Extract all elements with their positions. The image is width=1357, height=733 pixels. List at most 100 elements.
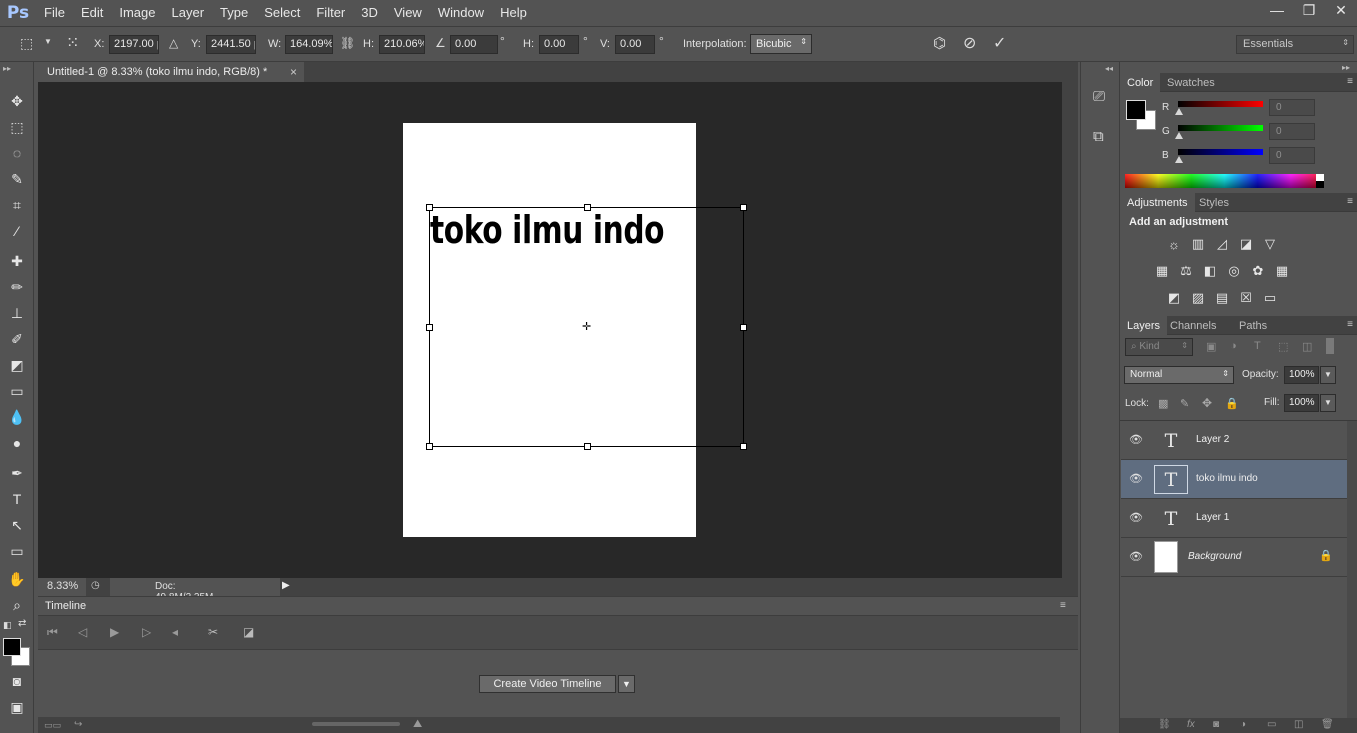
threshold-icon[interactable]: ▤ <box>1213 289 1231 307</box>
lock-transparent-icon[interactable]: ▩ <box>1158 397 1168 410</box>
posterize-icon[interactable]: ▨ <box>1189 289 1207 307</box>
play-icon[interactable]: ▶ <box>110 625 119 639</box>
link-icon[interactable]: ⛓ <box>340 36 355 50</box>
brush-tool-icon[interactable]: ✏ <box>6 276 28 298</box>
menu-layer[interactable]: Layer <box>164 0 213 26</box>
blend-mode-select[interactable]: Normal ⇕ <box>1124 366 1234 384</box>
filter-toggle-switch[interactable] <box>1326 338 1334 354</box>
path-selection-tool-icon[interactable]: ↖ <box>6 514 28 536</box>
rectangle-tool-icon[interactable]: ▭ <box>6 540 28 562</box>
minimize-button[interactable]: — <box>1261 0 1293 20</box>
levels-icon[interactable]: ▥ <box>1189 235 1207 253</box>
opacity-input[interactable]: 100% <box>1284 366 1319 384</box>
layer-row[interactable]: 👁 T toko ilmu indo <box>1121 460 1347 499</box>
fx-icon[interactable]: fx <box>1187 719 1195 730</box>
menu-select[interactable]: Select <box>256 0 308 26</box>
timeline-type-dropdown[interactable]: ▼ <box>618 675 635 693</box>
layer-row[interactable]: 👁 T Layer 2 <box>1121 421 1347 460</box>
history-brush-tool-icon[interactable]: ✐ <box>6 328 28 350</box>
menu-window[interactable]: Window <box>430 0 492 26</box>
transform-tool-icon[interactable]: ⬚ <box>20 35 33 52</box>
zoom-level[interactable]: 8.33% <box>38 578 86 596</box>
collapse-arrows-icon[interactable]: ◂◂ <box>1105 64 1113 73</box>
audio-icon[interactable]: ◂ <box>172 625 178 639</box>
tab-layers[interactable]: Layers <box>1120 316 1168 335</box>
cancel-transform-icon[interactable]: ⊘ <box>963 33 976 53</box>
curves-icon[interactable]: ◿ <box>1213 235 1231 253</box>
properties-panel-icon[interactable]: ⧉ <box>1093 128 1104 145</box>
blur-tool-icon[interactable]: 💧 <box>6 406 28 428</box>
crop-tool-icon[interactable]: ⌗ <box>6 194 28 216</box>
transform-handle-top-right[interactable] <box>740 204 747 211</box>
panel-menu-icon[interactable]: ≡ <box>1347 196 1353 207</box>
foreground-color-swatch[interactable] <box>1126 100 1146 120</box>
transform-center-icon[interactable]: ✛ <box>582 320 591 333</box>
healing-brush-tool-icon[interactable]: ✚ <box>6 250 28 272</box>
blue-input[interactable]: 0 <box>1269 147 1315 164</box>
delta-icon[interactable]: △ <box>169 36 178 50</box>
photo-filter-icon[interactable]: ◎ <box>1225 262 1243 280</box>
eye-visibility-icon[interactable]: 👁 <box>1129 433 1143 446</box>
history-panel-icon[interactable]: ⎚ <box>1093 88 1105 105</box>
document-tab[interactable]: Untitled-1 @ 8.33% (toko ilmu indo, RGB/… <box>38 62 304 82</box>
timeline-tab[interactable]: Timeline <box>38 597 92 615</box>
filter-pixel-icon[interactable]: ▣ <box>1206 340 1216 353</box>
convert-icon[interactable]: ↪ <box>74 719 82 730</box>
vertical-scrollbar[interactable] <box>1062 82 1078 578</box>
transition-icon[interactable]: ◪ <box>243 625 254 639</box>
color-spectrum[interactable] <box>1125 174 1324 188</box>
black-white-icon[interactable]: ◧ <box>1201 262 1219 280</box>
filter-smart-object-icon[interactable]: ◫ <box>1302 340 1312 353</box>
frame-animation-icon[interactable]: ▭▭ <box>44 720 61 731</box>
menu-file[interactable]: File <box>36 0 73 26</box>
white-swatch[interactable] <box>1316 174 1324 181</box>
black-swatch[interactable] <box>1316 181 1324 188</box>
trash-icon[interactable]: 🗑 <box>1321 719 1334 730</box>
collapse-arrows-icon[interactable]: ▸▸ <box>3 64 11 73</box>
transform-handle-bottom-left[interactable] <box>426 443 433 450</box>
filter-type-icon[interactable]: T <box>1254 340 1261 352</box>
zoom-in-mountain-icon[interactable]: ⛰ <box>413 718 422 731</box>
menu-3d[interactable]: 3D <box>353 0 386 26</box>
green-slider[interactable] <box>1178 125 1263 131</box>
type-tool-icon[interactable]: T <box>6 488 28 510</box>
x-input[interactable]: 2197.00 px <box>109 35 159 54</box>
hand-tool-icon[interactable]: ✋ <box>6 568 28 590</box>
transform-handle-bottom[interactable] <box>584 443 591 450</box>
transform-handle-top[interactable] <box>584 204 591 211</box>
color-lookup-icon[interactable]: ▦ <box>1273 262 1291 280</box>
gradient-map-icon[interactable]: ▭ <box>1261 289 1279 307</box>
close-button[interactable]: ✕ <box>1325 0 1357 20</box>
lock-pixels-icon[interactable]: ✎ <box>1180 397 1189 410</box>
invert-icon[interactable]: ◩ <box>1165 289 1183 307</box>
clone-stamp-tool-icon[interactable]: ⊥ <box>6 302 28 324</box>
tab-channels[interactable]: Channels <box>1163 316 1223 335</box>
reference-point-icon[interactable]: ⁙ <box>66 33 79 53</box>
timeline-zoom-slider[interactable] <box>312 722 400 726</box>
eraser-tool-icon[interactable]: ◩ <box>6 354 28 376</box>
hskew-input[interactable]: 0.00 <box>539 35 579 54</box>
move-tool-icon[interactable]: ✥ <box>6 90 28 112</box>
green-slider-thumb[interactable] <box>1175 132 1183 139</box>
layers-scrollbar[interactable] <box>1347 421 1357 718</box>
previous-frame-icon[interactable]: ◁ <box>78 625 87 639</box>
layer-filter-select[interactable]: ⌕ Kind ⇕ <box>1125 338 1193 356</box>
go-to-first-frame-icon[interactable]: ⏮ <box>47 625 58 640</box>
red-slider[interactable] <box>1178 101 1263 107</box>
menu-image[interactable]: Image <box>111 0 163 26</box>
layer-row[interactable]: 👁 Background 🔒 <box>1121 538 1347 577</box>
rotate-input[interactable]: 0.00 <box>450 35 498 54</box>
y-input[interactable]: 2441.50 px <box>206 35 256 54</box>
eyedropper-tool-icon[interactable]: ⁄ <box>6 220 28 242</box>
blue-slider-thumb[interactable] <box>1175 156 1183 163</box>
green-input[interactable]: 0 <box>1269 123 1315 140</box>
opacity-dropdown[interactable]: ▼ <box>1320 366 1336 384</box>
transform-handle-top-left[interactable] <box>426 204 433 211</box>
transform-handle-left[interactable] <box>426 324 433 331</box>
status-info-icon[interactable]: ◷ <box>91 580 100 591</box>
menu-edit[interactable]: Edit <box>73 0 111 26</box>
menu-filter[interactable]: Filter <box>308 0 353 26</box>
gradient-tool-icon[interactable]: ▭ <box>6 380 28 402</box>
timeline-menu-icon[interactable]: ≡ <box>1060 600 1066 611</box>
tab-adjustments[interactable]: Adjustments <box>1120 193 1195 212</box>
